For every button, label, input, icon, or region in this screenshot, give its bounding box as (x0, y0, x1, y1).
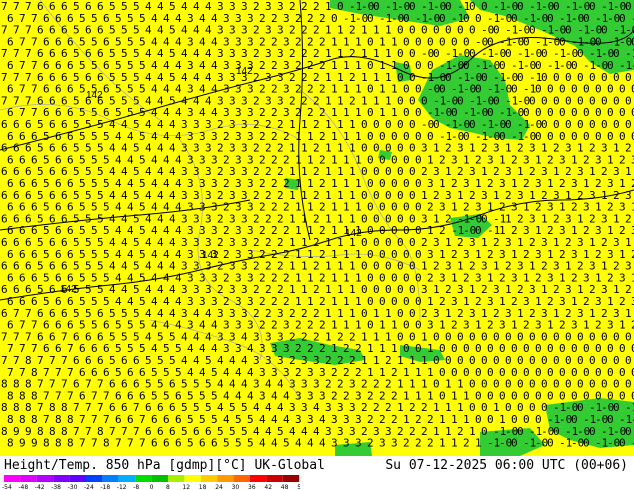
temperature-value: 4 (259, 437, 266, 450)
colorbar-label: -8 (133, 484, 139, 490)
colorbar-label: -30 (68, 484, 78, 490)
temperature-map: 7 7 7 6 6 6 5 6 6 5 5 5 4 4 5 4 4 4 3 3 3 2 3 3 2 2 2 1 0 -1 -0 0 -1 -0 0-… (0, 0, 634, 456)
colorbar-label: 12 (182, 484, 190, 490)
temperature-value: 7 (127, 437, 134, 450)
colorbar-swatch (200, 475, 218, 482)
colorbar-swatch (69, 475, 86, 482)
temperature-value: 7 (91, 437, 98, 450)
colorbar-label: -18 (100, 484, 110, 490)
colorbar-label: 0 (150, 484, 154, 490)
temperature-value: 3 (331, 437, 338, 450)
temperature-value: 6 (151, 437, 158, 450)
contour-label: 142 (345, 228, 362, 239)
colorbar-label: -38 (51, 484, 61, 490)
colorbar-swatch (282, 475, 300, 482)
colorbar-swatch (20, 475, 37, 482)
colorbar-swatch (151, 475, 168, 482)
temperature-value: 0 (511, 437, 518, 450)
temperature-value: 1 (451, 437, 458, 450)
temperature-value: 4 (295, 437, 302, 450)
colorbar-swatch (53, 475, 70, 482)
temperature-value: 6 (163, 437, 170, 450)
colorbar-swatch (217, 475, 234, 482)
temperature-value: 4 (307, 437, 314, 450)
temperature-value: 0 (547, 437, 554, 450)
temperature-value: 6 (199, 437, 206, 450)
colorbar-label: -42 (35, 484, 45, 490)
colorbar-label: 54 (297, 484, 300, 490)
temperature-value: 1 (439, 437, 446, 450)
colorbar (4, 475, 300, 482)
colorbar-label: 42 (264, 484, 272, 490)
contour-label: 142 (86, 90, 103, 101)
colorbar-swatch (233, 475, 250, 482)
temperature-value: 8 (67, 437, 74, 450)
temperature-value: 7 (79, 437, 86, 450)
colorbar-label: 48 (281, 484, 289, 490)
temperature-value: 3 (343, 437, 350, 450)
colorbar-swatch (118, 475, 136, 482)
temperature-value: 3 (355, 437, 362, 450)
temperature-value: 6 (175, 437, 182, 450)
temperature-value: 0 (619, 437, 626, 450)
colorbar-swatch (266, 475, 283, 482)
temperature-value: 3 (391, 437, 398, 450)
temperature-value: 5 (247, 437, 254, 450)
temperature-value: 4 (271, 437, 278, 450)
temperature-value: 8 (103, 437, 110, 450)
temperature-value: 8 (55, 437, 62, 450)
colorbar-swatch (184, 475, 201, 482)
colorbar-label: -24 (84, 484, 94, 490)
colorbar-label: 24 (215, 484, 223, 490)
temperature-value: 3 (379, 437, 386, 450)
temperature-value: 9 (19, 437, 26, 450)
colorbar-label: 36 (248, 484, 256, 490)
contour-label: 142 (236, 66, 253, 77)
temperature-value: 2 (463, 437, 470, 450)
temperature-value: 5 (235, 437, 242, 450)
colorbar-label: 8 (166, 484, 170, 490)
temperature-value: 4 (319, 437, 326, 450)
temperature-value: 1 (475, 437, 482, 450)
colorbar-labels: -54 -48 -42 -38 -30 -24 -18 -12 -8 0 8 12 18 24 30 36 42… (2, 484, 300, 490)
colorbar-swatch (102, 475, 119, 482)
temperature-value: 7 (115, 437, 122, 450)
map-title: Height/Temp. 850 hPa [gdmp][°C] UK-Globa… (4, 458, 325, 473)
colorbar-label: 30 (232, 484, 240, 490)
colorbar-label: -54 (2, 484, 12, 490)
temperature-value: 5 (223, 437, 230, 450)
temperature-value: 2 (367, 437, 374, 450)
colorbar-swatch (36, 475, 54, 482)
temperature-value: 0 (583, 437, 590, 450)
temperature-value: 2 (427, 437, 434, 450)
colorbar-swatch (250, 475, 267, 482)
colorbar-swatch (86, 475, 103, 482)
temperature-value: 5 (283, 437, 290, 450)
temperature-value: 8 (43, 437, 50, 450)
footer-bar: Height/Temp. 850 hPa [gdmp][°C] UK-Globa… (0, 456, 634, 490)
colorbar-swatch (135, 475, 152, 482)
colorbar-swatch (168, 475, 185, 482)
contour-label: 142 (60, 284, 77, 295)
temperature-value: 6 (211, 437, 218, 450)
colorbar-label: -12 (117, 484, 127, 490)
temperature-value: 2 (403, 437, 410, 450)
colorbar-label: 18 (199, 484, 207, 490)
temperature-value: 2 (415, 437, 422, 450)
map-timestamp: Su 07-12-2025 06:00 UTC (00+06) (385, 458, 628, 473)
temperature-value: 9 (31, 437, 38, 450)
colorbar-swatch (4, 475, 21, 482)
contour-label: 142 (202, 250, 219, 261)
colorbar-label: -48 (18, 484, 28, 490)
temperature-value: 8 (7, 437, 14, 450)
temperature-value: 5 (187, 437, 194, 450)
temperature-value: 7 (139, 437, 146, 450)
